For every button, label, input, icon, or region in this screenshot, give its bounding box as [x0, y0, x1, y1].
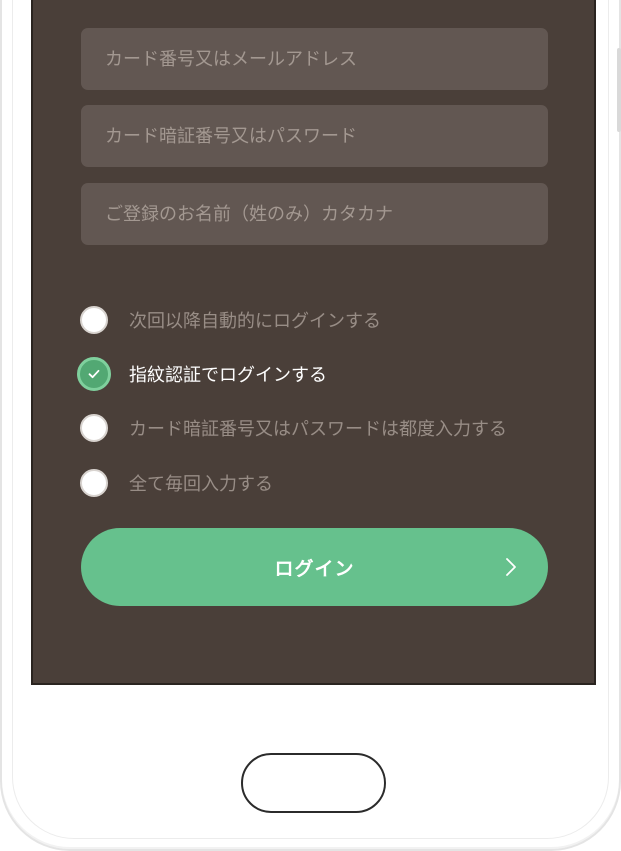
option-fingerprint-login[interactable]: 指紋認証でログインする: [77, 357, 327, 391]
name-field-container[interactable]: [81, 183, 548, 245]
option-auto-login-label: 次回以降自動的にログインする: [129, 311, 381, 332]
login-button-label: ログイン: [274, 557, 355, 580]
surname-katakana-input[interactable]: [105, 203, 524, 225]
pin-or-password-input[interactable]: [105, 125, 524, 147]
radio-enter-pin-each-time[interactable]: [80, 414, 108, 442]
phone-side-button: [617, 48, 621, 132]
option-auto-login[interactable]: 次回以降自動的にログインする: [80, 304, 381, 336]
option-fingerprint-login-label: 指紋認証でログインする: [129, 365, 327, 386]
card-number-or-email-input[interactable]: [105, 48, 524, 70]
pin-field-container[interactable]: [81, 105, 548, 167]
phone-frame: 次回以降自動的にログインする 指紋認証でログインする カード暗証番号又はパスワー…: [0, 0, 621, 851]
radio-enter-all-each-time[interactable]: [80, 469, 108, 497]
radio-auto-login[interactable]: [80, 306, 108, 334]
phone-home-button[interactable]: [241, 753, 386, 813]
option-enter-pin-each-time-label: カード暗証番号又はパスワードは都度入力する: [129, 419, 507, 440]
card-number-field-container[interactable]: [81, 28, 548, 90]
chevron-right-icon: [506, 558, 516, 576]
app-screen: 次回以降自動的にログインする 指紋認証でログインする カード暗証番号又はパスワー…: [31, 0, 596, 685]
option-enter-pin-each-time[interactable]: カード暗証番号又はパスワードは都度入力する: [80, 412, 507, 444]
option-enter-all-each-time[interactable]: 全て毎回入力する: [80, 467, 273, 499]
radio-fingerprint-login[interactable]: [77, 357, 111, 391]
login-button[interactable]: ログイン: [81, 528, 548, 606]
checkmark-icon: [88, 369, 100, 379]
option-enter-all-each-time-label: 全て毎回入力する: [129, 474, 273, 495]
